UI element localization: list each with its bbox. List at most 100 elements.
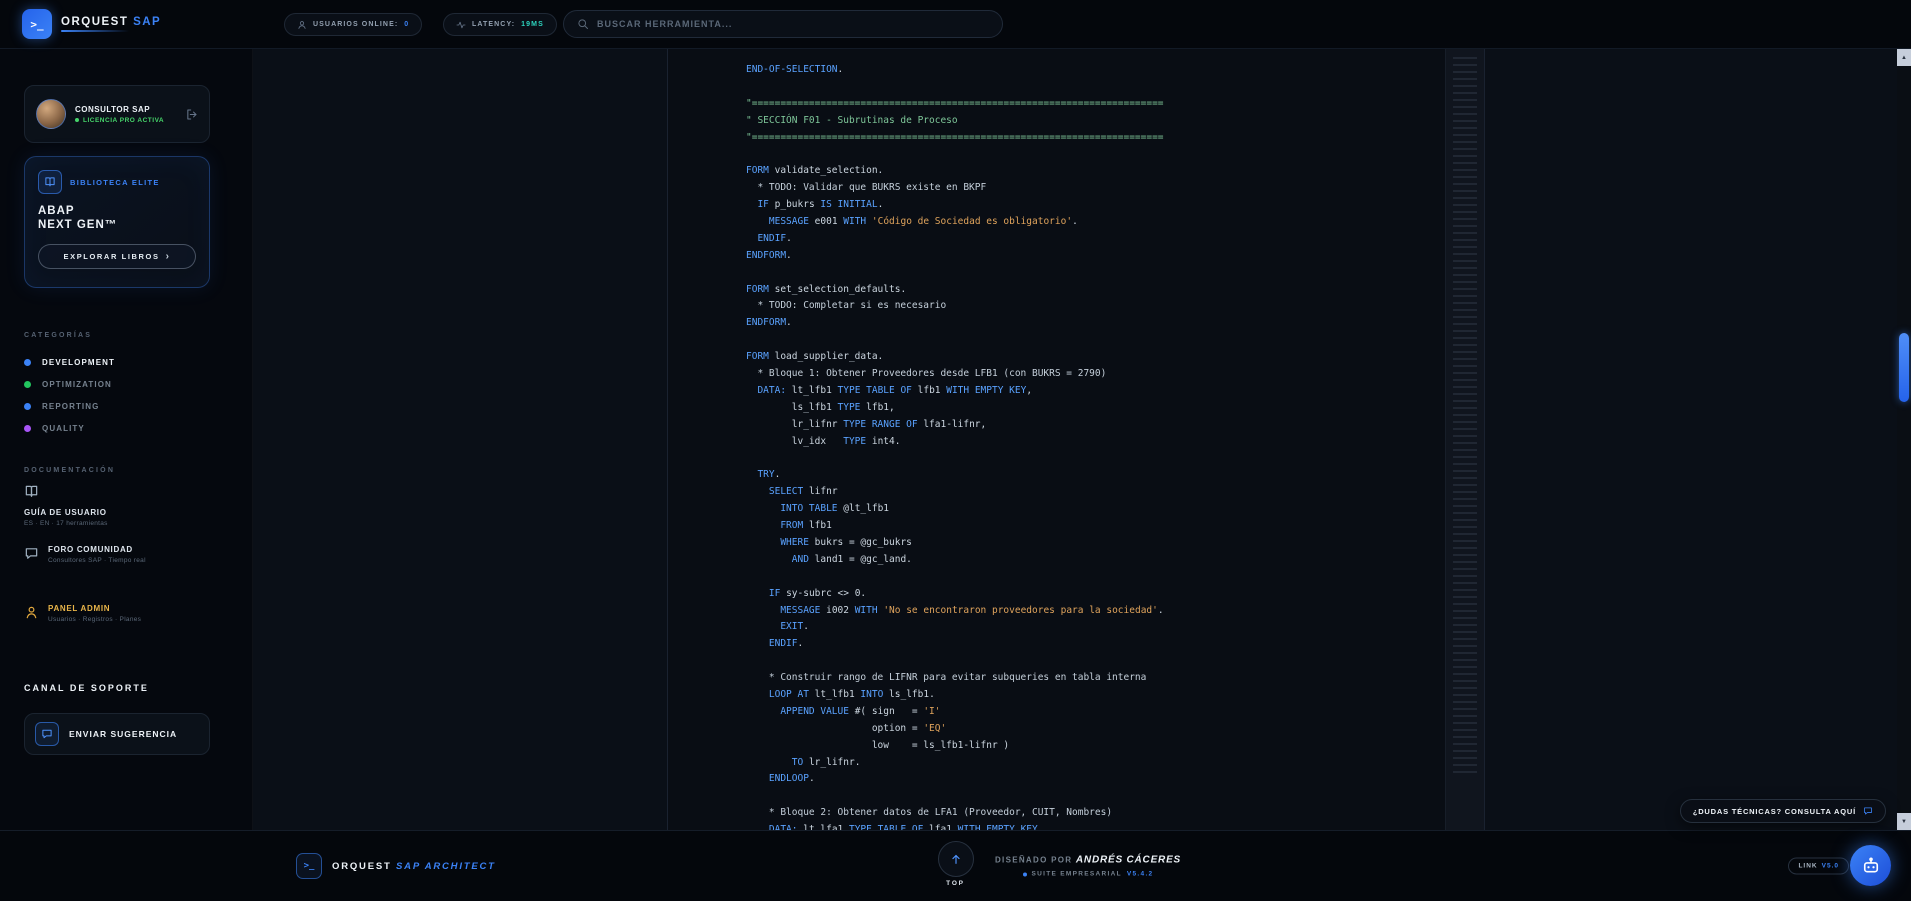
chat-assistant-fab[interactable]: [1850, 845, 1891, 886]
doc-text: FORO COMUNIDAD Consultores SAP · Tiempo …: [48, 545, 146, 564]
doc-title: FORO COMUNIDAD: [48, 545, 146, 554]
designed-by-line: DISEÑADO POR ANDRÉS CÁCERES: [995, 855, 1181, 866]
doc-item-admin-panel[interactable]: PANEL ADMIN Usuarios · Registros · Plane…: [24, 604, 210, 623]
main-content: END-OF-SELECTION. "=====================…: [253, 49, 1911, 830]
top-header: >_ ORQUEST SAP USUARIOS ONLINE: 0 LATENC…: [0, 0, 1911, 49]
author-name: ANDRÉS CÁCERES: [1076, 855, 1181, 866]
user-name: CONSULTOR SAP: [75, 105, 164, 114]
send-suggestion-button[interactable]: ENVIAR SUGERENCIA: [24, 713, 210, 755]
category-label: QUALITY: [42, 424, 85, 433]
categories-list: DEVELOPMENT OPTIMIZATION REPORTING QUALI…: [24, 351, 210, 439]
category-item-optimization[interactable]: OPTIMIZATION: [24, 373, 210, 395]
link-version-badge: LINK V5.0: [1788, 858, 1849, 875]
category-dot: [24, 425, 31, 432]
help-pill[interactable]: ¿DUDAS TÉCNICAS? CONSULTA AQUÍ: [1680, 799, 1886, 823]
documentation-heading: DOCUMENTACIÓN: [24, 467, 210, 474]
latency-value: 19MS: [521, 21, 544, 28]
license-status-label: LICENCIA PRO ACTIVA: [83, 117, 164, 124]
scrollbar-up-button[interactable]: ▲: [1897, 49, 1911, 66]
categories-heading: CATEGORÍAS: [24, 332, 210, 339]
scroll-to-top-button[interactable]: TOP: [938, 841, 974, 887]
user-icon: [297, 20, 307, 30]
explore-books-label: EXPLORAR LIBROS: [63, 252, 159, 261]
footer-brand-name: ORQUEST: [332, 861, 392, 872]
logout-icon: [185, 108, 198, 121]
category-dot: [24, 381, 31, 388]
users-online-badge: USUARIOS ONLINE: 0: [284, 13, 422, 36]
category-dot: [24, 403, 31, 410]
suite-label: SUITE EMPRESARIAL: [1032, 871, 1122, 878]
terminal-logo-icon: >_: [22, 9, 52, 39]
scrollbar-down-button[interactable]: ▼: [1897, 813, 1911, 830]
suite-dot: [1023, 872, 1027, 876]
brand-accent: SAP: [133, 16, 161, 28]
category-item-quality[interactable]: QUALITY: [24, 417, 210, 439]
category-item-reporting[interactable]: REPORTING: [24, 395, 210, 417]
book-icon-box: [38, 170, 62, 194]
link-version: V5.0: [1822, 863, 1839, 870]
explore-books-button[interactable]: EXPLORAR LIBROS ›: [38, 244, 196, 269]
code-editor[interactable]: END-OF-SELECTION. "=====================…: [667, 49, 1485, 830]
scrollbar-thumb[interactable]: [1899, 333, 1909, 402]
suite-version: V5.4.2: [1127, 871, 1154, 878]
footer-brand-suffix: SAP ARCHITECT: [396, 861, 496, 872]
footer-brand: >_ ORQUEST SAP ARCHITECT: [296, 853, 496, 879]
suite-line: SUITE EMPRESARIAL V5.4.2: [995, 871, 1181, 878]
library-eyebrow: BIBLIOTECA ELITE: [70, 178, 160, 187]
minimap[interactable]: [1445, 49, 1484, 830]
doc-subtitle: Usuarios · Registros · Planes: [48, 616, 141, 623]
brand-name: ORQUEST: [61, 16, 128, 28]
category-item-development[interactable]: DEVELOPMENT: [24, 351, 210, 373]
category-label: OPTIMIZATION: [42, 380, 112, 389]
latency-badge: LATENCY: 19MS: [443, 13, 557, 36]
doc-item-user-guide[interactable]: GUÍA DE USUARIO ES · EN · 17 herramienta…: [24, 484, 210, 527]
search-input[interactable]: [597, 19, 989, 29]
page-scrollbar[interactable]: ▲ ▼: [1897, 49, 1911, 830]
robot-icon: [1861, 856, 1881, 876]
category-dot: [24, 359, 31, 366]
doc-title: GUÍA DE USUARIO: [24, 508, 210, 517]
logout-button[interactable]: [185, 108, 198, 121]
arrow-up-circle: [938, 841, 974, 877]
category-label: DEVELOPMENT: [42, 358, 115, 367]
footer-brand-text: ORQUEST SAP ARCHITECT: [332, 861, 496, 872]
sidebar: CONSULTOR SAP LICENCIA PRO ACTIVA BIBLIO…: [0, 49, 253, 830]
latency-label: LATENCY:: [472, 21, 515, 28]
logo-wordmark: ORQUEST SAP: [61, 16, 161, 32]
doc-subtitle: ES · EN · 17 herramientas: [24, 520, 210, 527]
users-online-value: 0: [404, 21, 409, 28]
designed-by-label: DISEÑADO POR: [995, 856, 1072, 865]
avatar: [36, 99, 66, 129]
send-suggestion-label: ENVIAR SUGERENCIA: [69, 729, 177, 739]
support-heading: CANAL DE SOPORTE: [24, 683, 210, 693]
users-online-label: USUARIOS ONLINE:: [313, 21, 398, 28]
minimap-marks: [1453, 57, 1477, 776]
admin-icon: [24, 605, 39, 620]
arrow-up-icon: [949, 852, 963, 866]
guide-icon: [24, 484, 39, 499]
book-icon: [44, 176, 56, 188]
license-status: LICENCIA PRO ACTIVA: [75, 117, 164, 124]
code-content[interactable]: END-OF-SELECTION. "=====================…: [668, 49, 1484, 830]
library-card: BIBLIOTECA ELITE ABAP NEXT GEN™ EXPLORAR…: [24, 156, 210, 288]
footer-credits: DISEÑADO POR ANDRÉS CÁCERES SUITE EMPRES…: [995, 855, 1181, 878]
search-box[interactable]: [563, 10, 1003, 38]
user-card: CONSULTOR SAP LICENCIA PRO ACTIVA: [24, 85, 210, 143]
library-title-line1: ABAP: [38, 204, 196, 218]
app-logo[interactable]: >_ ORQUEST SAP: [22, 9, 161, 39]
doc-subtitle: Consultores SAP · Tiempo real: [48, 557, 146, 564]
chat-icon: [41, 728, 53, 740]
chat-bubble-icon: [1863, 806, 1873, 816]
library-title: ABAP NEXT GEN™: [38, 204, 196, 232]
status-dot: [75, 118, 79, 122]
chat-icon-box: [35, 722, 59, 746]
search-icon: [577, 18, 589, 30]
terminal-icon: >_: [296, 853, 322, 879]
doc-title: PANEL ADMIN: [48, 604, 141, 613]
pulse-icon: [456, 20, 466, 30]
doc-item-community-forum[interactable]: FORO COMUNIDAD Consultores SAP · Tiempo …: [24, 545, 210, 564]
top-label: TOP: [946, 880, 965, 887]
link-label: LINK: [1798, 863, 1817, 870]
library-header: BIBLIOTECA ELITE: [38, 170, 196, 194]
footer: >_ ORQUEST SAP ARCHITECT TOP DISEÑADO PO…: [0, 830, 1911, 901]
